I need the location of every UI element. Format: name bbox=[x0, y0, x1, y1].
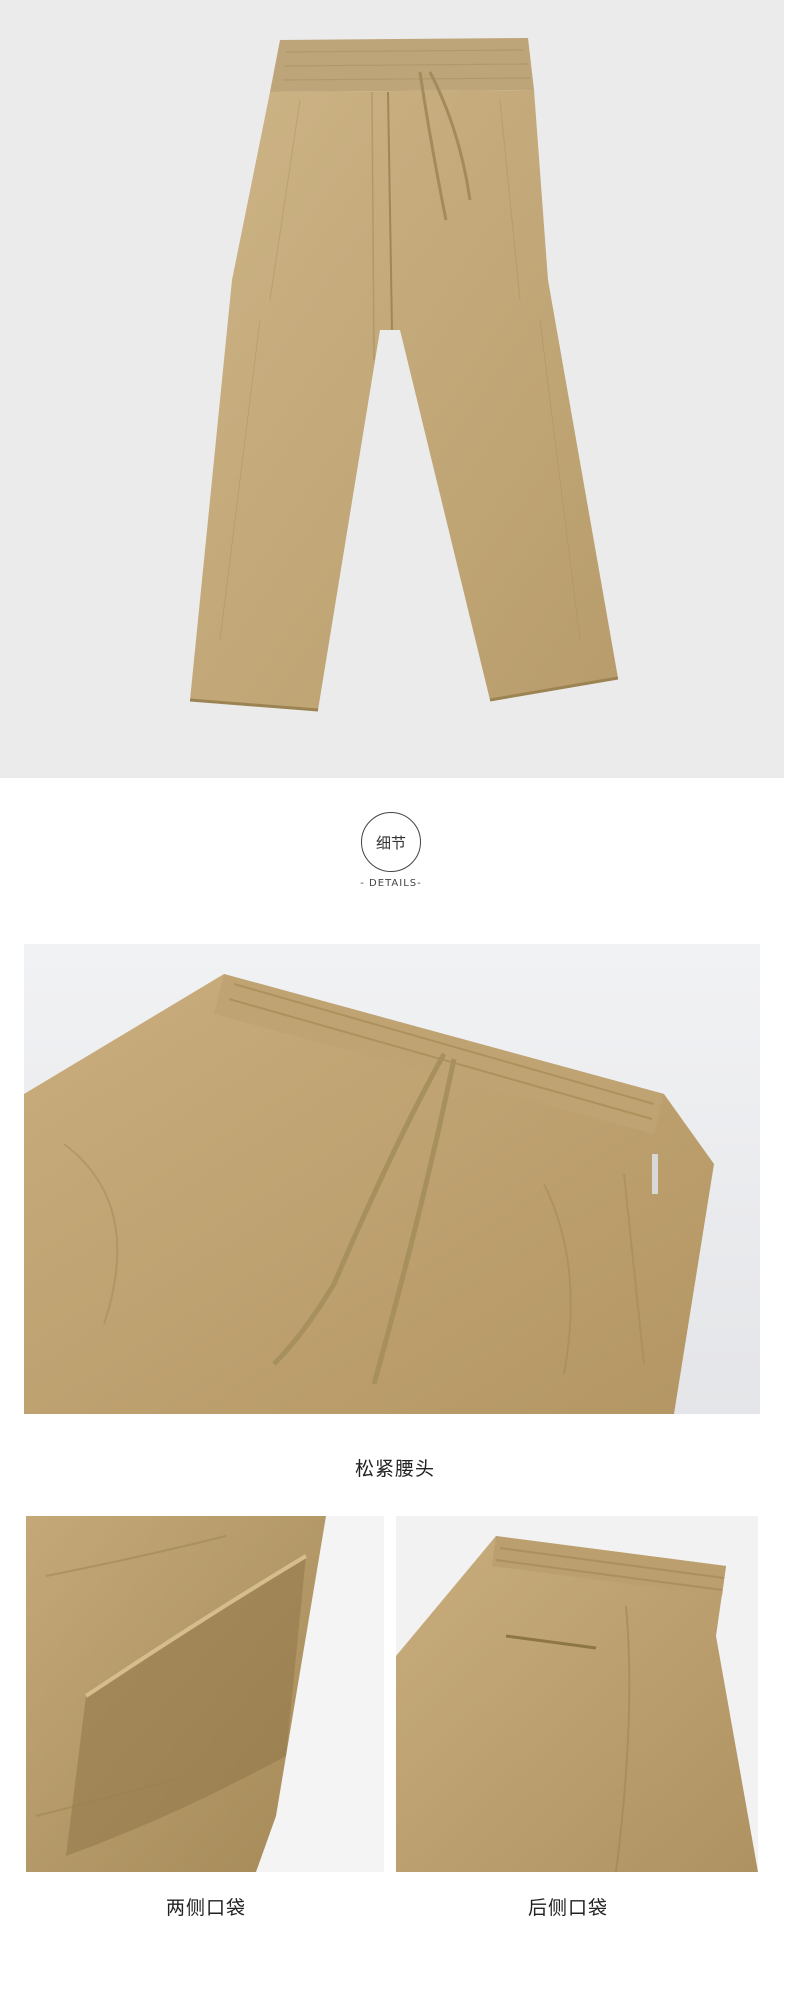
back-pocket-caption: 后侧口袋 bbox=[527, 1897, 608, 1919]
waist-caption: 松紧腰头 bbox=[354, 1458, 435, 1480]
hero-pants-photo bbox=[0, 0, 784, 778]
back-pocket-illustration bbox=[396, 1516, 758, 1872]
details-badge: 细节 bbox=[361, 812, 421, 872]
waistband-illustration bbox=[24, 944, 760, 1414]
details-badge-label: 细节 bbox=[375, 833, 406, 852]
waistband-detail-photo bbox=[24, 944, 760, 1414]
side-pocket-detail-photo bbox=[26, 1516, 384, 1872]
back-pocket-detail-photo bbox=[396, 1516, 758, 1872]
pants-illustration bbox=[0, 0, 784, 778]
details-subtitle: - DETAILS- bbox=[360, 878, 422, 889]
side-pocket-illustration bbox=[26, 1516, 384, 1872]
side-pockets-caption: 两侧口袋 bbox=[165, 1897, 246, 1919]
